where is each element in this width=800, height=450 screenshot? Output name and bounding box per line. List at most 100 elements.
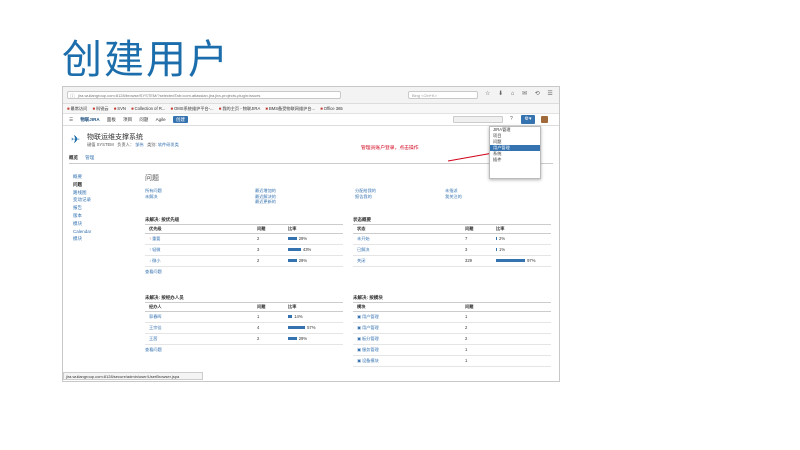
sidebar-item[interactable]: 变动记录 (73, 196, 91, 204)
bookmark-item[interactable]: ■科锐云 (92, 104, 108, 113)
nav-agile[interactable]: Agile (156, 117, 166, 122)
jira-header: ☰ 物联JIRA 面板 项目 问题 Agile 创建 ? ⚙▾ (63, 114, 559, 126)
sidebar-item[interactable]: 模块 (73, 235, 91, 243)
tab-admin[interactable]: 管理 (85, 155, 94, 160)
browser-toolbar-icons[interactable]: ☆ ⬇ ⌂ ✉ ⟲ ☰ (485, 90, 556, 97)
bookmark-item[interactable]: ■最常访问 (67, 104, 87, 113)
nav-projects[interactable]: 项目 (123, 117, 132, 122)
nav-dashboards[interactable]: 面板 (107, 117, 116, 122)
browser-screenshot: ⓘ jira.wuliangroup.com:8128/browse/SYSTE… (62, 86, 560, 382)
widget-header: 经办人 问题 比率 (145, 303, 343, 312)
bookmark-item[interactable]: ■BMS备受物联网维护台... (265, 104, 315, 113)
assignee-link[interactable]: 郭春晖 (149, 312, 162, 322)
sidebar-item[interactable]: 版本 (73, 212, 91, 220)
avatar[interactable] (541, 116, 548, 123)
table-row: 未开始 7 2% (353, 234, 551, 245)
nav-issues[interactable]: 问题 (139, 117, 148, 122)
bookmark-item[interactable]: ■Office 365 (320, 104, 343, 113)
jira-logo[interactable]: 物联JIRA (80, 117, 99, 122)
component-link[interactable]: 服务管理 (362, 347, 379, 352)
component-link[interactable]: 用户管理 (362, 325, 379, 330)
table-row: ↑重要 2 29% (145, 234, 343, 245)
help-icon[interactable]: ? (510, 116, 513, 122)
issues-section-title: 问题 (145, 175, 159, 182)
bookmark-item[interactable]: ■Collection of R... (131, 104, 165, 113)
jira-search-input[interactable] (453, 116, 503, 123)
widget-title: 状态概要 (353, 215, 551, 225)
sidebar-item[interactable]: 路线图 (73, 189, 91, 197)
bookmark-item[interactable]: ■SVN (114, 104, 126, 113)
filter-link[interactable]: 所有问题 (145, 188, 162, 194)
browser-search-input[interactable]: Bing <Ctrl+K> (408, 91, 478, 99)
view-issues-link[interactable]: 查看问题 (145, 345, 343, 355)
table-row: ↑轻微 3 43% (145, 245, 343, 256)
widget-header: 优先级 问题 比率 (145, 225, 343, 234)
percent-bar (496, 237, 497, 241)
status-link[interactable]: 未开始 (357, 234, 370, 244)
tab-overview[interactable]: 概览 (69, 155, 78, 160)
component-link[interactable]: 用户管理 (362, 314, 379, 319)
browser-toolbar: ⓘ jira.wuliangroup.com:8128/browse/SYSTE… (63, 87, 559, 104)
filter-link[interactable]: 最近更新的 (255, 199, 276, 205)
project-meta: 键值 SYSTEM 负责人： 邹伟 类别: 软件研发类 (87, 142, 179, 147)
sidebar-item[interactable]: 报告 (73, 204, 91, 212)
component-icon: ▣ (357, 358, 361, 363)
assignee-link[interactable]: 王宗佳 (149, 323, 162, 333)
status-link[interactable]: 已解决 (357, 245, 370, 255)
filter-link[interactable]: 分配给我的 (355, 188, 376, 194)
table-row: ▣设备模块 1 (353, 356, 551, 367)
table-row: 郭春晖 1 14% (145, 312, 343, 323)
bookmark-item[interactable]: ■我的主页 - 物联JIRA (219, 104, 260, 113)
admin-menu-item[interactable]: 插件 (490, 157, 540, 163)
widget-title: 未解决: 按经办人员 (145, 293, 343, 303)
widget-title: 未解决: 按优先级 (145, 215, 343, 225)
table-row: ▣服务管理 1 (353, 345, 551, 356)
priority-icon: ↑ (149, 236, 152, 241)
filter-column: 最近增加的 最近解决的 最近更新的 (255, 188, 276, 205)
address-bar[interactable]: ⓘ jira.wuliangroup.com:8128/browse/SYSTE… (67, 91, 341, 99)
address-text: jira.wuliangroup.com:8128/browse/SYSTEM/… (78, 93, 261, 98)
project-category-link[interactable]: 软件研发类 (158, 142, 179, 147)
priority-link[interactable]: 重要 (152, 236, 160, 241)
priority-link[interactable]: 轻微 (152, 247, 160, 252)
create-button[interactable]: 创建 (172, 116, 188, 123)
filter-link[interactable]: 最近增加的 (255, 188, 276, 194)
table-row: 王茜 2 29% (145, 334, 343, 345)
browser-status-bar: jira.wuliangroup.com:8128/secure/admin/u… (63, 372, 203, 380)
annotation-text: 管理员账户登录，点击操作 (361, 146, 419, 151)
bookmark-icon: ■ (92, 106, 95, 111)
bookmark-item[interactable]: ■OMS系统维护平台-... (171, 104, 214, 113)
admin-dropdown-menu: JIRA管理 项目 问题 用户管理 系统 插件 (489, 126, 541, 179)
priority-icon: ↓ (149, 258, 152, 263)
bookmark-icon: ■ (320, 106, 323, 111)
filter-link[interactable]: 未解决 (145, 194, 162, 200)
status-link[interactable]: 关闭 (357, 256, 365, 266)
component-link[interactable]: 设备模块 (362, 358, 379, 363)
filter-column: 未指派 我关注的 (445, 188, 462, 199)
sidebar-item[interactable]: 模块 (73, 220, 91, 228)
project-lead-link[interactable]: 邹伟 (135, 142, 143, 147)
percent-bar (288, 326, 306, 330)
component-link[interactable]: 板分管理 (362, 336, 379, 341)
jira-nav: ☰ 物联JIRA 面板 项目 问题 Agile 创建 (69, 114, 194, 125)
project-sidebar: 概要 问题 路线图 变动记录 报告 版本 模块 Calendar 模块 (73, 173, 91, 243)
table-row: ▣用户管理 1 (353, 312, 551, 323)
percent-bar (288, 248, 301, 252)
priority-link[interactable]: 微小 (152, 258, 160, 263)
table-row: ▣板分管理 2 (353, 334, 551, 345)
percent-bar (496, 259, 526, 263)
percent-bar (288, 237, 297, 241)
admin-gear-button[interactable]: ⚙▾ (521, 115, 535, 124)
sidebar-item[interactable]: 概要 (73, 173, 91, 181)
bookmark-icon: ■ (265, 106, 268, 111)
filter-link[interactable]: 我关注的 (445, 194, 462, 200)
apps-menu-icon[interactable]: ☰ (69, 117, 73, 122)
view-issues-link[interactable]: 查看问题 (145, 267, 343, 277)
filter-column: 分配给我的 报告我的 (355, 188, 376, 199)
filter-link[interactable]: 报告我的 (355, 194, 376, 200)
sidebar-item-issues[interactable]: 问题 (73, 181, 91, 189)
assignee-link[interactable]: 王茜 (149, 334, 157, 344)
component-icon: ▣ (357, 336, 361, 341)
bookmark-icon: ■ (131, 106, 134, 111)
sidebar-item[interactable]: Calendar (73, 228, 91, 236)
